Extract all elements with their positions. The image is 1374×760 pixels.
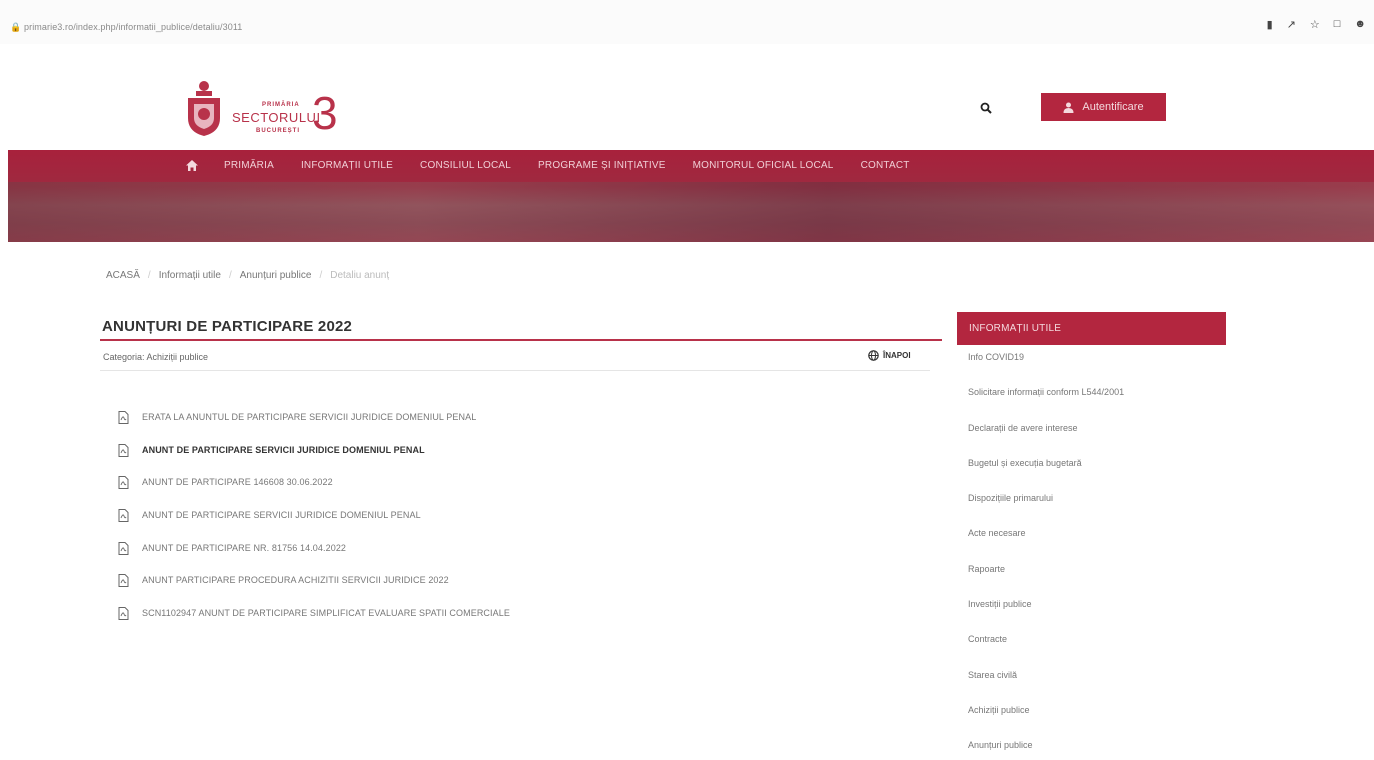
sidebar-item-achizitii[interactable]: Achiziții publice (957, 705, 1226, 740)
sidebar-item-solicitare-informatii[interactable]: Solicitare informații conform L544/2001 (957, 387, 1226, 422)
profile-icon[interactable]: ☻ (1354, 18, 1366, 31)
pdf-file-icon (118, 574, 129, 588)
main-navigation: PRIMĂRIA INFORMAȚII UTILE CONSILIUL LOCA… (8, 150, 1374, 242)
sidebar-item-declaratii-avere[interactable]: Declarații de avere interese (957, 423, 1226, 458)
document-item[interactable]: ANUNT DE PARTICIPARE SERVICII JURIDICE D… (118, 509, 510, 543)
pdf-file-icon (118, 541, 129, 555)
lock-icon: 🔒 (10, 22, 22, 32)
document-link[interactable]: ANUNT DE PARTICIPARE 146608 30.06.2022 (142, 477, 333, 487)
url-field[interactable]: primarie3.ro/index.php/informatii_public… (24, 22, 242, 32)
nav-item-contact[interactable]: CONTACT (861, 160, 910, 171)
star-icon[interactable]: ☆ (1310, 18, 1320, 31)
breadcrumb-item-acasa[interactable]: ACASĂ (106, 270, 140, 281)
breadcrumb-item-anunturi-publice[interactable]: Anunțuri publice (240, 270, 312, 281)
category-divider (100, 370, 930, 371)
title-divider (100, 339, 942, 341)
pdf-file-icon (118, 607, 129, 621)
nav-item-primaria[interactable]: PRIMĂRIA (224, 160, 274, 171)
sidebar-item-buget[interactable]: Bugetul și execuția bugetară (957, 458, 1226, 493)
document-item[interactable]: ANUNT DE PARTICIPARE NR. 81756 14.04.202… (118, 541, 510, 576)
pdf-file-icon (118, 443, 129, 457)
sidebar-item-contracte[interactable]: Contracte (957, 634, 1226, 669)
breadcrumb-item-informatii-utile[interactable]: Informații utile (159, 270, 221, 281)
pdf-file-icon (118, 411, 129, 424)
breadcrumb: ACASĂ / Informații utile / Anunțuri publ… (106, 270, 389, 281)
sidebar-item-info-covid[interactable]: Info COVID19 (957, 352, 1226, 387)
sidebar-item-acte-necesare[interactable]: Acte necesare (957, 528, 1226, 563)
sidebar-item-dispozitii[interactable]: Dispozițiile primarului (957, 493, 1226, 528)
sidebar-menu: Info COVID19 Solicitare informații confo… (957, 345, 1226, 760)
coat-of-arms-icon[interactable] (184, 78, 224, 138)
page-title: ANUNȚURI DE PARTICIPARE 2022 (102, 318, 353, 335)
document-link[interactable]: ANUNT DE PARTICIPARE SERVICII JURIDICE D… (142, 445, 425, 455)
category-label: Categoria: Achiziții publice (103, 352, 209, 362)
document-link[interactable]: SCN1102947 ANUNT DE PARTICIPARE SIMPLIFI… (142, 608, 510, 618)
pdf-file-icon (118, 509, 129, 523)
breadcrumb-current: Detaliu anunț (330, 270, 390, 281)
login-button-label: Autentificare (1082, 101, 1144, 113)
browser-address-bar: 🔒 primarie3.ro/index.php/informatii_publ… (0, 0, 1374, 44)
breadcrumb-separator: / (228, 270, 232, 281)
share-icon[interactable]: ↗ (1287, 18, 1296, 31)
nav-item-consiliul-local[interactable]: CONSILIUL LOCAL (420, 160, 511, 171)
document-item[interactable]: ANUNT PARTICIPARE PROCEDURA ACHIZITII SE… (118, 574, 510, 608)
user-icon (1063, 102, 1074, 113)
sidebar-item-anunturi[interactable]: Anunțuri publice (957, 740, 1226, 760)
document-list: ERATA LA ANUNTUL DE PARTICIPARE SERVICII… (118, 411, 510, 641)
back-button-label: ÎNAPOI (883, 351, 911, 360)
sidebar-item-rapoarte[interactable]: Rapoarte (957, 564, 1226, 599)
search-icon[interactable] (980, 102, 992, 114)
sidebar-item-investitii[interactable]: Investiții publice (957, 599, 1226, 634)
site-header: PRIMĂRIA SECTORULUI BUCUREȘTI 3 Autentif… (0, 44, 1374, 148)
document-item[interactable]: SCN1102947 ANUNT DE PARTICIPARE SIMPLIFI… (118, 607, 510, 641)
logo-number: 3 (312, 87, 338, 139)
globe-icon (868, 350, 879, 361)
sidebar-item-starea-civila[interactable]: Starea civilă (957, 670, 1226, 705)
document-item[interactable]: ANUNT DE PARTICIPARE SERVICII JURIDICE D… (118, 443, 510, 478)
breadcrumb-separator: / (319, 270, 323, 281)
document-item[interactable]: ANUNT DE PARTICIPARE 146608 30.06.2022 (118, 476, 510, 510)
extension-icon[interactable]: ▮ (1267, 18, 1273, 31)
nav-item-programe-initiative[interactable]: PROGRAME ȘI INIȚIATIVE (538, 160, 666, 171)
sidebar-icon[interactable]: □ (1334, 18, 1341, 31)
logo-line-1: PRIMĂRIA (262, 102, 300, 108)
document-item[interactable]: ERATA LA ANUNTUL DE PARTICIPARE SERVICII… (118, 411, 510, 445)
home-icon[interactable] (186, 160, 198, 171)
document-link[interactable]: ANUNT DE PARTICIPARE NR. 81756 14.04.202… (142, 543, 346, 553)
back-button[interactable]: ÎNAPOI (868, 350, 911, 361)
sidebar-header: INFORMAȚII UTILE (957, 312, 1226, 345)
document-link[interactable]: ANUNT DE PARTICIPARE SERVICII JURIDICE D… (142, 510, 421, 520)
login-button[interactable]: Autentificare (1041, 93, 1166, 121)
logo-line-3: BUCUREȘTI (256, 128, 301, 134)
document-link[interactable]: ANUNT PARTICIPARE PROCEDURA ACHIZITII SE… (142, 575, 449, 585)
browser-toolbar: ▮ ↗ ☆ □ ☻ (1267, 18, 1366, 31)
breadcrumb-separator: / (147, 270, 151, 281)
sidebar: INFORMAȚII UTILE Info COVID19 Solicitare… (957, 312, 1226, 760)
nav-item-informatii-utile[interactable]: INFORMAȚII UTILE (301, 160, 393, 171)
document-link[interactable]: ERATA LA ANUNTUL DE PARTICIPARE SERVICII… (142, 412, 476, 422)
nav-item-monitorul-oficial[interactable]: MONITORUL OFICIAL LOCAL (693, 160, 834, 171)
logo-line-2: SECTORULUI (232, 110, 321, 125)
header-banner-image (8, 182, 1374, 242)
pdf-file-icon (118, 476, 129, 490)
